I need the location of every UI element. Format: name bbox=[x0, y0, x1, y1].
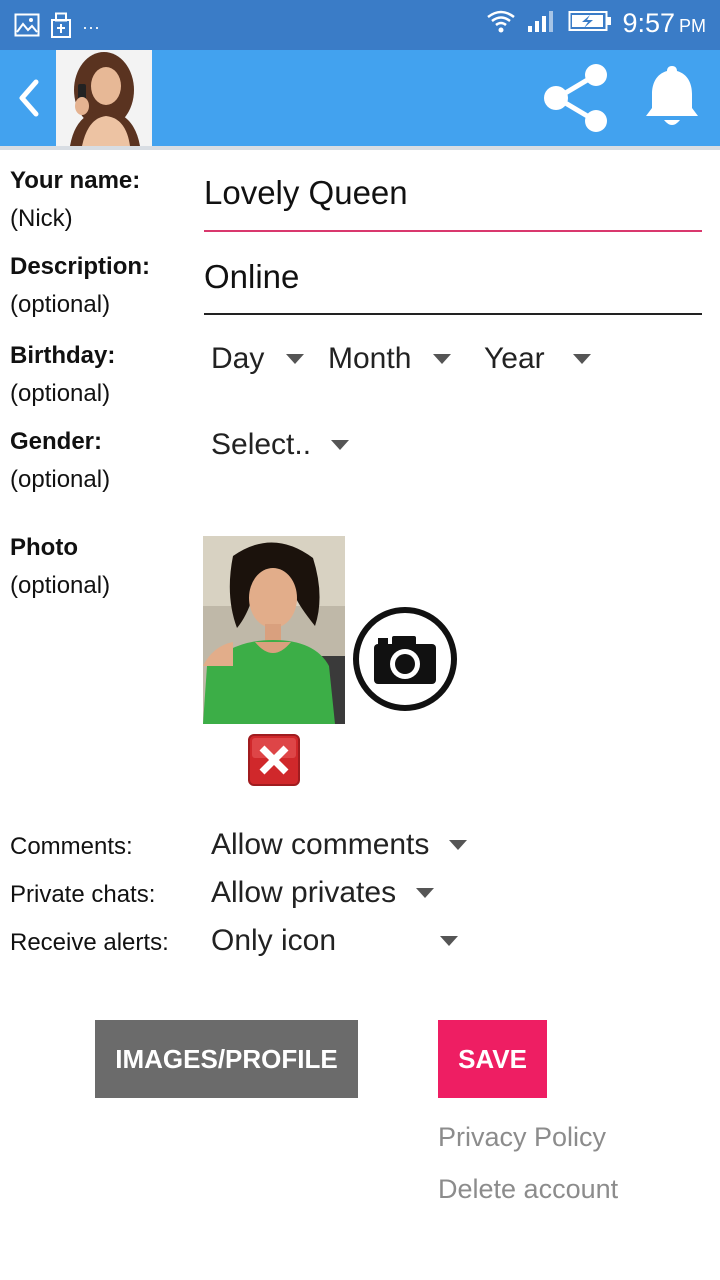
more-notifications-icon: ··· bbox=[82, 17, 100, 37]
receive-alerts-select[interactable]: Only icon bbox=[211, 924, 459, 958]
receive-alerts-label: Receive alerts: bbox=[10, 929, 169, 956]
share-button[interactable] bbox=[540, 62, 612, 134]
gender-select[interactable]: Select.. bbox=[211, 428, 350, 462]
birthday-day-select[interactable]: Day bbox=[211, 342, 305, 376]
comments-label: Comments: bbox=[10, 833, 133, 860]
chevron-down-icon bbox=[331, 440, 350, 450]
notifications-button[interactable] bbox=[640, 64, 704, 132]
chevron-down-icon bbox=[440, 936, 459, 946]
back-button[interactable] bbox=[12, 76, 48, 120]
birthday-day-value: Day bbox=[211, 342, 265, 375]
name-input[interactable]: Lovely Queen bbox=[204, 174, 408, 212]
gallery-icon bbox=[14, 13, 40, 42]
avatar[interactable] bbox=[56, 50, 152, 146]
birthday-year-value: Year bbox=[484, 342, 545, 375]
receive-alerts-value: Only icon bbox=[211, 924, 337, 957]
save-button[interactable]: SAVE bbox=[438, 1020, 547, 1098]
private-chats-label: Private chats: bbox=[10, 881, 156, 908]
share-icon bbox=[544, 64, 607, 132]
photo-sublabel: (optional) bbox=[10, 572, 111, 599]
battery-icon bbox=[568, 9, 612, 38]
clock-time: 9:57 bbox=[622, 8, 675, 38]
birthday-month-value: Month bbox=[328, 342, 412, 375]
chevron-down-icon bbox=[433, 354, 452, 364]
description-label: Description: bbox=[10, 253, 151, 280]
birthday-month-select[interactable]: Month bbox=[328, 342, 452, 376]
birthday-label: Birthday: bbox=[10, 342, 116, 369]
comments-select[interactable]: Allow comments bbox=[211, 828, 468, 862]
chevron-down-icon bbox=[416, 888, 435, 898]
name-label: Your name: bbox=[10, 167, 141, 194]
photo-label: Photo bbox=[10, 534, 78, 561]
usb-icon bbox=[50, 12, 72, 43]
chevron-down-icon bbox=[572, 354, 591, 364]
birthday-label-group: Birthday: (optional) bbox=[10, 337, 115, 413]
camera-button[interactable] bbox=[352, 606, 458, 712]
app-bar-divider bbox=[0, 146, 720, 150]
chevron-down-icon bbox=[449, 840, 468, 850]
comments-value: Allow comments bbox=[211, 828, 430, 861]
clock-ampm: PM bbox=[679, 16, 706, 36]
private-chats-value: Allow privates bbox=[211, 876, 397, 909]
description-sublabel: (optional) bbox=[10, 291, 111, 318]
status-bar: ··· 9:57 PM bbox=[0, 0, 720, 50]
profile-photo[interactable] bbox=[203, 536, 345, 724]
private-chats-select[interactable]: Allow privates bbox=[211, 876, 435, 910]
gender-label: Gender: bbox=[10, 428, 103, 455]
birthday-sublabel: (optional) bbox=[10, 380, 111, 407]
photo-label-group: Photo (optional) bbox=[10, 529, 110, 605]
bell-icon bbox=[646, 66, 698, 125]
privacy-policy-link[interactable]: Privacy Policy bbox=[438, 1122, 606, 1153]
camera-icon bbox=[353, 607, 457, 711]
delete-account-link[interactable]: Delete account bbox=[438, 1174, 618, 1205]
signal-icon bbox=[526, 8, 558, 39]
description-input-underline bbox=[204, 313, 702, 315]
name-input-underline bbox=[204, 230, 702, 232]
images-profile-button[interactable]: IMAGES/PROFILE bbox=[95, 1020, 358, 1098]
chevron-down-icon bbox=[286, 354, 305, 364]
name-sublabel: (Nick) bbox=[10, 205, 73, 232]
wifi-icon bbox=[486, 9, 516, 38]
description-label-group: Description: (optional) bbox=[10, 248, 150, 324]
close-icon bbox=[248, 734, 300, 786]
birthday-year-select[interactable]: Year bbox=[484, 342, 591, 376]
delete-photo-button[interactable] bbox=[248, 734, 300, 786]
chevron-left-icon bbox=[19, 79, 39, 117]
name-label-group: Your name: (Nick) bbox=[10, 162, 140, 238]
description-input[interactable]: Online bbox=[204, 258, 299, 296]
gender-sublabel: (optional) bbox=[10, 466, 111, 493]
gender-value: Select.. bbox=[211, 428, 312, 461]
gender-label-group: Gender: (optional) bbox=[10, 423, 110, 499]
